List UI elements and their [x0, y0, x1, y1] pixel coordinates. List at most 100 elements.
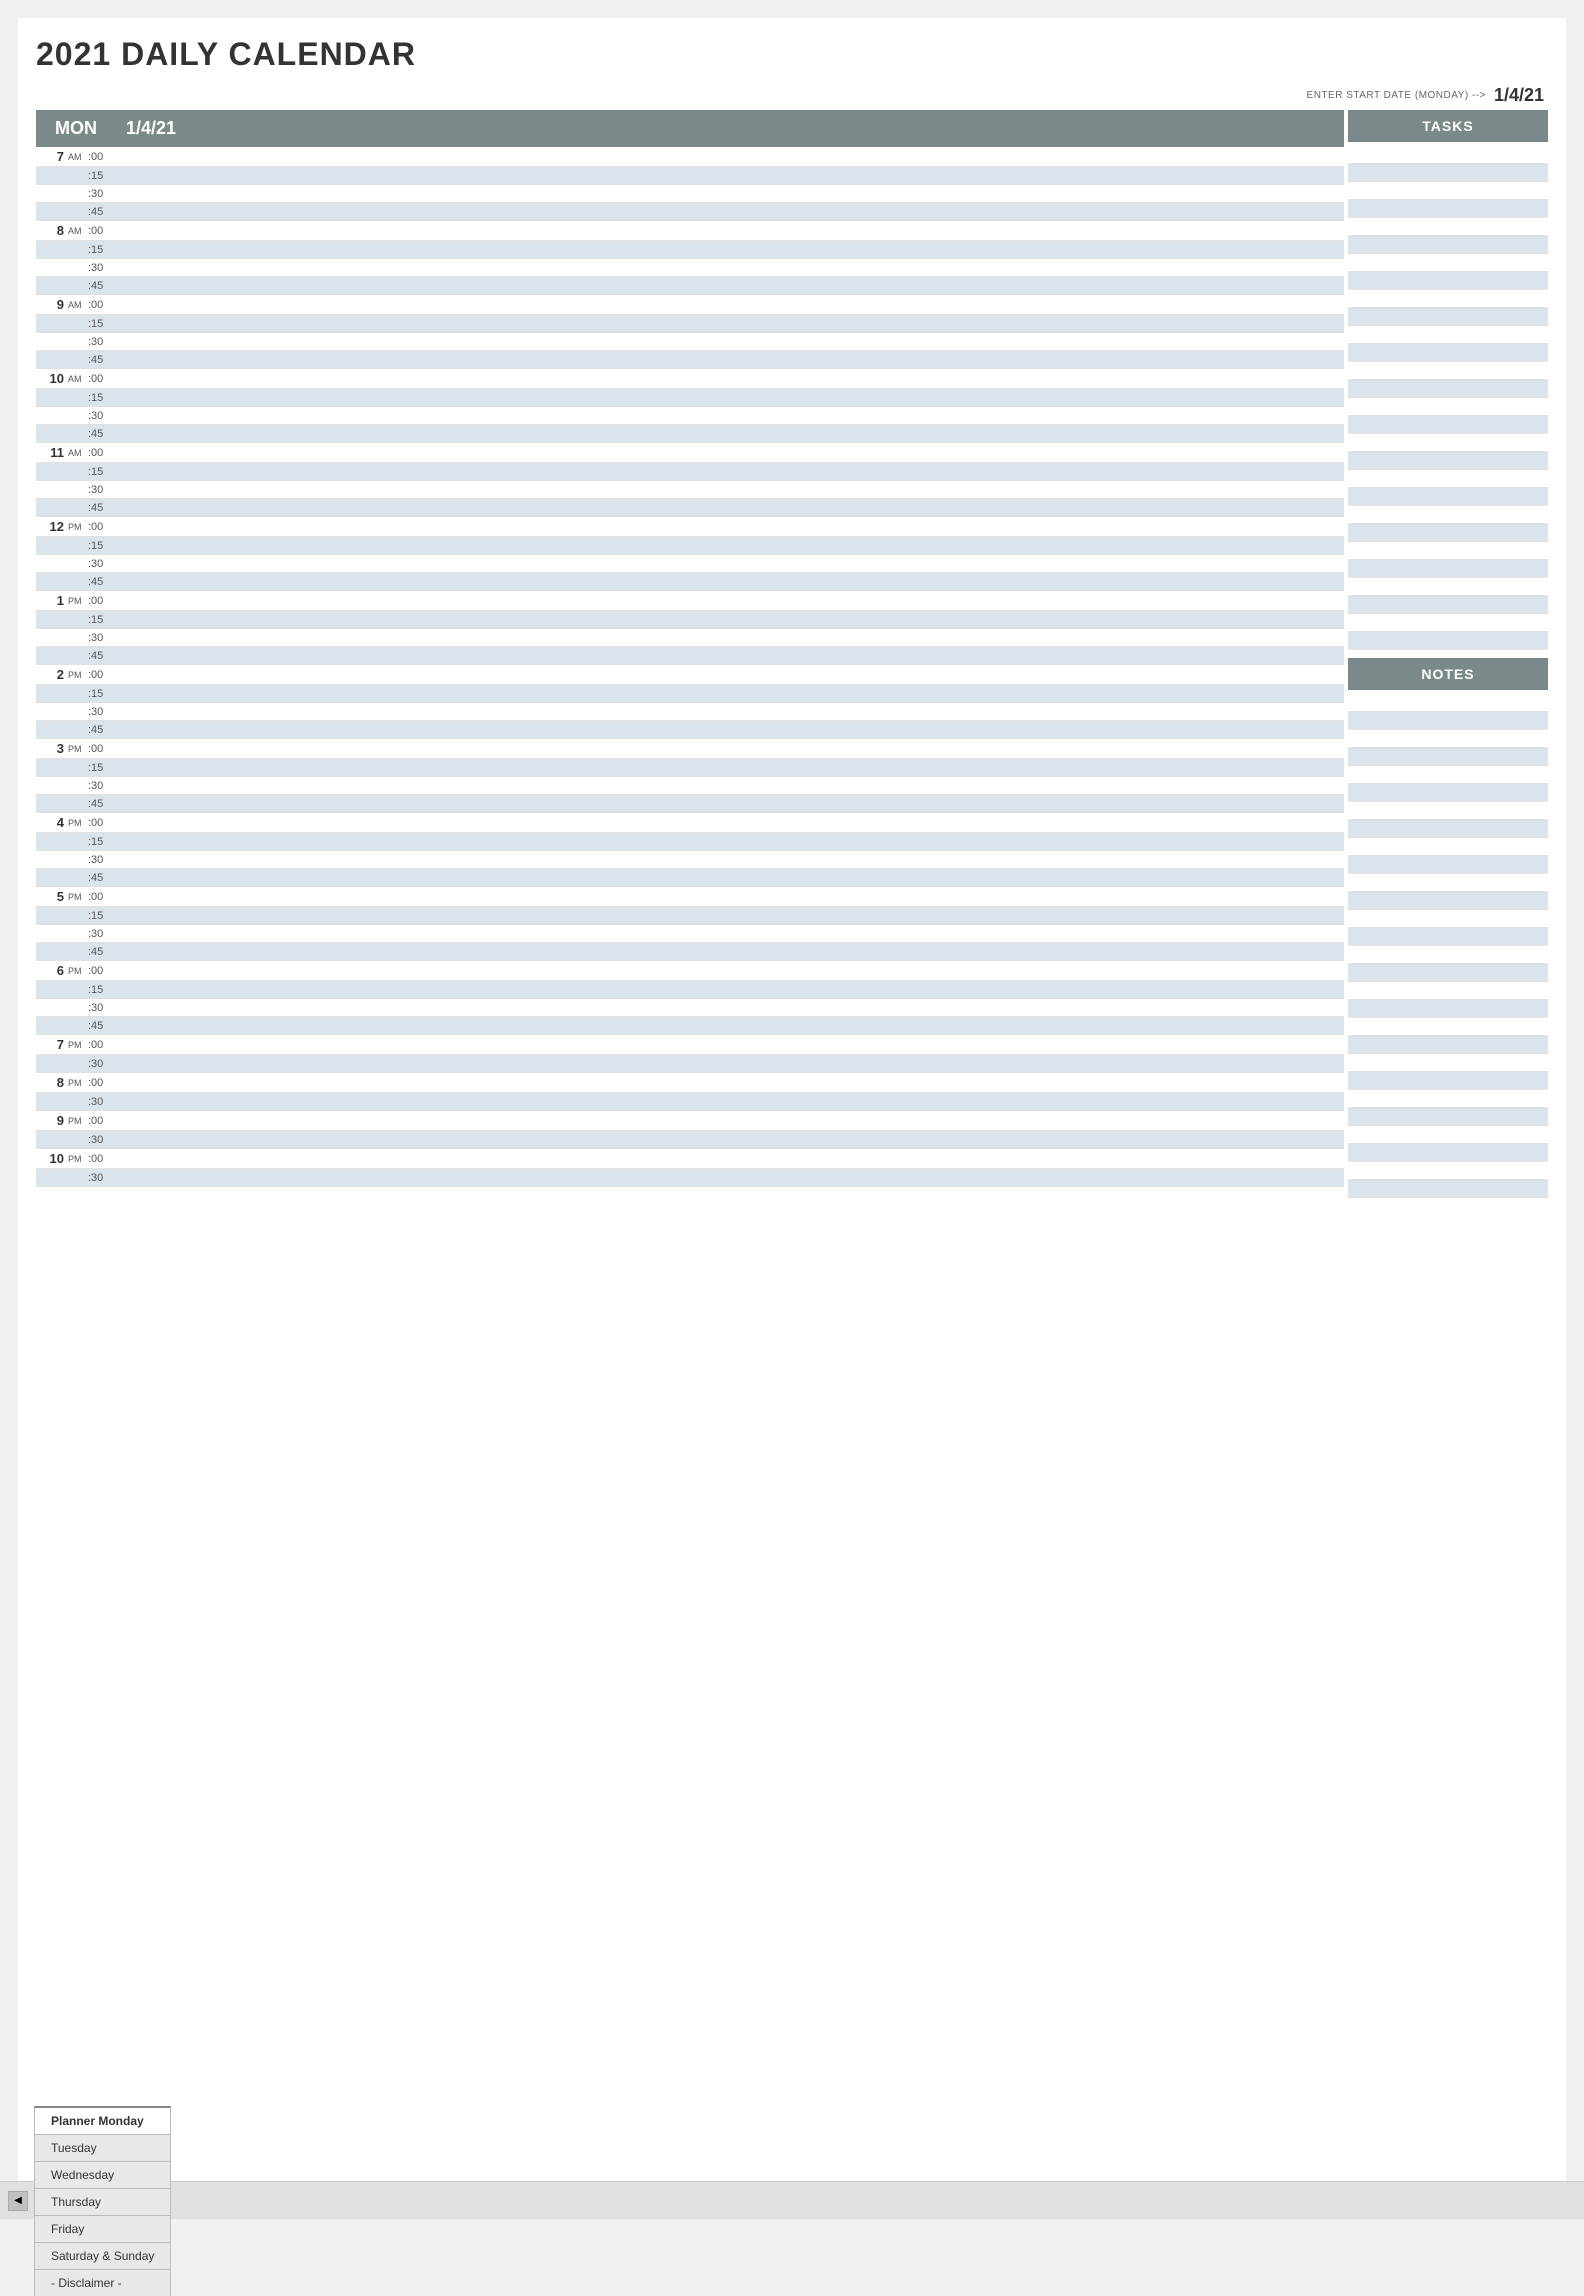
time-row[interactable]: 2PM:00: [36, 665, 1344, 685]
note-row[interactable]: [1348, 892, 1548, 910]
task-row[interactable]: [1348, 434, 1548, 452]
task-row[interactable]: [1348, 596, 1548, 614]
time-row[interactable]: 9AM:00: [36, 295, 1344, 315]
task-row[interactable]: [1348, 542, 1548, 560]
time-row[interactable]: 11AM:00: [36, 443, 1344, 463]
time-row[interactable]: :45: [36, 647, 1344, 665]
note-row[interactable]: [1348, 1180, 1548, 1198]
tab-saturday--sunday[interactable]: Saturday & Sunday: [34, 2242, 171, 2269]
task-row[interactable]: [1348, 416, 1548, 434]
task-row[interactable]: [1348, 398, 1548, 416]
time-row[interactable]: :45: [36, 277, 1344, 295]
task-row[interactable]: [1348, 524, 1548, 542]
time-row[interactable]: :30: [36, 1093, 1344, 1111]
note-row[interactable]: [1348, 910, 1548, 928]
time-row[interactable]: :30: [36, 555, 1344, 573]
task-row[interactable]: [1348, 506, 1548, 524]
tab-wednesday[interactable]: Wednesday: [34, 2161, 171, 2188]
note-row[interactable]: [1348, 712, 1548, 730]
date-entry-value[interactable]: 1/4/21: [1494, 85, 1544, 106]
time-row[interactable]: :15: [36, 241, 1344, 259]
time-row[interactable]: :30: [36, 629, 1344, 647]
note-row[interactable]: [1348, 748, 1548, 766]
task-row[interactable]: [1348, 452, 1548, 470]
time-row[interactable]: 1PM:00: [36, 591, 1344, 611]
time-row[interactable]: :45: [36, 499, 1344, 517]
time-row[interactable]: :15: [36, 759, 1344, 777]
note-row[interactable]: [1348, 694, 1548, 712]
task-row[interactable]: [1348, 218, 1548, 236]
time-row[interactable]: :30: [36, 259, 1344, 277]
task-row[interactable]: [1348, 578, 1548, 596]
tab---disclaimer--[interactable]: - Disclaimer -: [34, 2269, 171, 2296]
note-row[interactable]: [1348, 1144, 1548, 1162]
time-row[interactable]: :30: [36, 481, 1344, 499]
note-row[interactable]: [1348, 1054, 1548, 1072]
task-row[interactable]: [1348, 200, 1548, 218]
task-row[interactable]: [1348, 488, 1548, 506]
note-row[interactable]: [1348, 1126, 1548, 1144]
time-row[interactable]: :30: [36, 1131, 1344, 1149]
time-row[interactable]: :45: [36, 351, 1344, 369]
note-row[interactable]: [1348, 1072, 1548, 1090]
task-row[interactable]: [1348, 380, 1548, 398]
time-row[interactable]: :45: [36, 721, 1344, 739]
time-row[interactable]: 6PM:00: [36, 961, 1344, 981]
time-row[interactable]: :30: [36, 925, 1344, 943]
tab-thursday[interactable]: Thursday: [34, 2188, 171, 2215]
time-row[interactable]: :15: [36, 833, 1344, 851]
time-row[interactable]: :45: [36, 203, 1344, 221]
task-row[interactable]: [1348, 182, 1548, 200]
task-row[interactable]: [1348, 290, 1548, 308]
task-row[interactable]: [1348, 326, 1548, 344]
tab-planner-monday[interactable]: Planner Monday: [34, 2106, 171, 2134]
time-row[interactable]: :45: [36, 425, 1344, 443]
time-row[interactable]: :15: [36, 537, 1344, 555]
task-row[interactable]: [1348, 254, 1548, 272]
note-row[interactable]: [1348, 820, 1548, 838]
note-row[interactable]: [1348, 946, 1548, 964]
time-row[interactable]: 4PM:00: [36, 813, 1344, 833]
note-row[interactable]: [1348, 928, 1548, 946]
time-row[interactable]: :45: [36, 869, 1344, 887]
time-row[interactable]: :45: [36, 795, 1344, 813]
time-row[interactable]: :15: [36, 389, 1344, 407]
note-row[interactable]: [1348, 1018, 1548, 1036]
time-row[interactable]: :15: [36, 315, 1344, 333]
time-row[interactable]: :30: [36, 1055, 1344, 1073]
time-row[interactable]: :15: [36, 463, 1344, 481]
time-row[interactable]: 10PM:00: [36, 1149, 1344, 1169]
task-row[interactable]: [1348, 632, 1548, 650]
time-row[interactable]: 8AM:00: [36, 221, 1344, 241]
time-row[interactable]: 7AM:00: [36, 147, 1344, 167]
time-row[interactable]: 10AM:00: [36, 369, 1344, 389]
tab-tuesday[interactable]: Tuesday: [34, 2134, 171, 2161]
task-row[interactable]: [1348, 344, 1548, 362]
task-row[interactable]: [1348, 272, 1548, 290]
task-row[interactable]: [1348, 308, 1548, 326]
note-row[interactable]: [1348, 874, 1548, 892]
note-row[interactable]: [1348, 964, 1548, 982]
time-row[interactable]: :15: [36, 685, 1344, 703]
time-row[interactable]: :30: [36, 851, 1344, 869]
task-row[interactable]: [1348, 470, 1548, 488]
time-row[interactable]: :45: [36, 943, 1344, 961]
note-row[interactable]: [1348, 1036, 1548, 1054]
note-row[interactable]: [1348, 1108, 1548, 1126]
time-row[interactable]: :30: [36, 1169, 1344, 1187]
time-row[interactable]: :45: [36, 573, 1344, 591]
task-row[interactable]: [1348, 236, 1548, 254]
time-row[interactable]: :15: [36, 981, 1344, 999]
note-row[interactable]: [1348, 730, 1548, 748]
time-row[interactable]: 7PM:00: [36, 1035, 1344, 1055]
task-row[interactable]: [1348, 146, 1548, 164]
time-row[interactable]: :30: [36, 185, 1344, 203]
time-row[interactable]: 8PM:00: [36, 1073, 1344, 1093]
note-row[interactable]: [1348, 1090, 1548, 1108]
task-row[interactable]: [1348, 362, 1548, 380]
time-row[interactable]: :30: [36, 999, 1344, 1017]
time-row[interactable]: :30: [36, 777, 1344, 795]
time-row[interactable]: 12PM:00: [36, 517, 1344, 537]
time-row[interactable]: :15: [36, 907, 1344, 925]
time-row[interactable]: :45: [36, 1017, 1344, 1035]
